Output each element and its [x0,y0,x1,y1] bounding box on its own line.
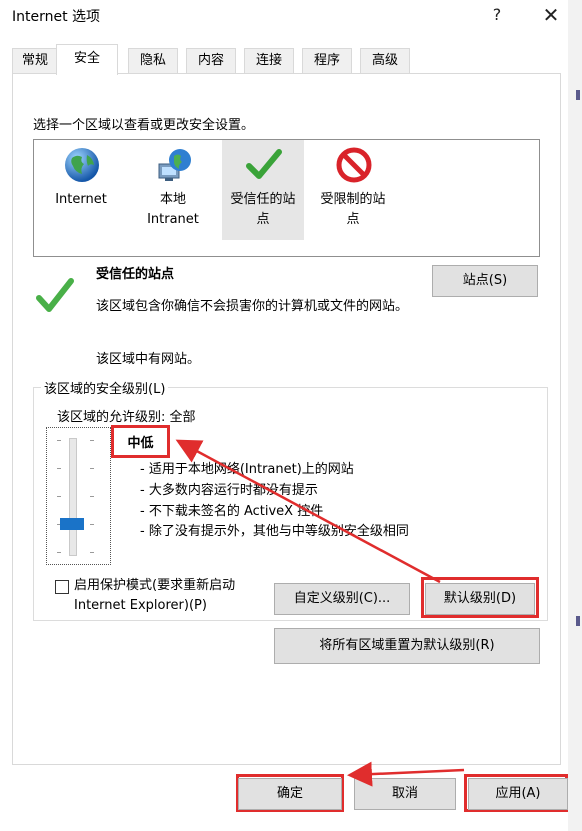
zone-local-intranet[interactable]: 本地 Intranet [132,140,214,240]
slider-tick [90,468,94,469]
globe-icon [65,148,99,182]
level-bullet: - 适用于本地网络(Intranet)上的网站 [140,462,354,477]
trusted-check-icon [246,149,282,179]
zone-label: 受信任的站 点 [230,192,296,227]
zone-list: Internet 本地 Intranet 受信任的站 点 受限制的站 点 [33,139,540,257]
apply-button[interactable]: 应用(A) [468,778,568,810]
slider-tick [90,524,94,525]
protected-mode-label: 启用保护模式(要求重新启动 Internet Explorer)(P) [74,578,236,613]
slider-thumb[interactable] [60,518,84,530]
sites-button[interactable]: 站点(S) [432,265,538,297]
cancel-button[interactable]: 取消 [354,778,456,810]
custom-level-button[interactable]: 自定义级别(C)... [274,583,410,615]
tab-security[interactable]: 安全 [56,44,118,75]
title-bar: Internet 选项 ? ✕ [0,0,582,32]
background-marker [576,616,580,626]
ok-button[interactable]: 确定 [238,778,342,810]
restricted-no-icon [336,147,372,183]
slider-tick [57,440,61,441]
help-button[interactable]: ? [482,2,512,28]
tab-content[interactable]: 内容 [186,48,236,73]
zone-label: Internet [55,192,107,207]
zone-restricted-sites[interactable]: 受限制的站 点 [312,140,394,240]
selected-zone-has-sites: 该区域中有网站。 [96,352,201,367]
zone-trusted-sites[interactable]: 受信任的站 点 [222,140,304,240]
background-marker [576,90,580,100]
zone-prompt: 选择一个区域以查看或更改安全设置。 [33,118,255,133]
zone-label: 受限制的站 点 [320,192,386,227]
level-bullet: - 除了没有提示外，其他与中等级别安全级相同 [140,524,409,539]
slider-tick [90,552,94,553]
window-title: Internet 选项 [12,9,101,25]
tab-connections[interactable]: 连接 [244,48,294,73]
slider-track[interactable] [69,438,77,556]
slider-tick [90,496,94,497]
security-level-slider[interactable] [46,427,111,565]
level-bullet: - 不下载未签名的 ActiveX 控件 [140,504,324,519]
slider-tick [90,440,94,441]
trusted-check-icon [36,278,74,312]
zone-label: 本地 Intranet [147,192,199,227]
zone-internet[interactable]: Internet [40,140,122,240]
tab-privacy[interactable]: 隐私 [128,48,178,73]
allowed-level-label: 该区域的允许级别: 全部 [57,410,196,425]
security-level-name: 中低 [111,425,170,458]
internet-options-dialog: Internet 选项 ? ✕ 常规 安全 隐私 内容 连接 程序 高级 选择一… [0,0,582,831]
protected-mode-checkbox[interactable] [55,580,69,594]
tab-general[interactable]: 常规 [12,48,58,73]
selected-zone-name: 受信任的站点 [96,267,175,282]
level-bullet: - 大多数内容运行时都没有提示 [140,483,318,498]
reset-all-zones-button[interactable]: 将所有区域重置为默认级别(R) [274,628,540,664]
background-window-edge [568,0,582,831]
intranet-globe-icon [158,149,191,181]
tab-advanced[interactable]: 高级 [360,48,410,73]
tab-programs[interactable]: 程序 [302,48,352,73]
slider-tick [57,496,61,497]
default-level-button[interactable]: 默认级别(D) [425,583,535,615]
selected-zone-description: 该区域包含你确信不会损害你的计算机或文件的网站。 [96,299,409,314]
security-level-group-title: 该区域的安全级别(L) [41,378,169,397]
close-button[interactable]: ✕ [536,2,566,28]
slider-tick [57,468,61,469]
arrow-to-ok [347,761,465,787]
slider-tick [57,552,61,553]
